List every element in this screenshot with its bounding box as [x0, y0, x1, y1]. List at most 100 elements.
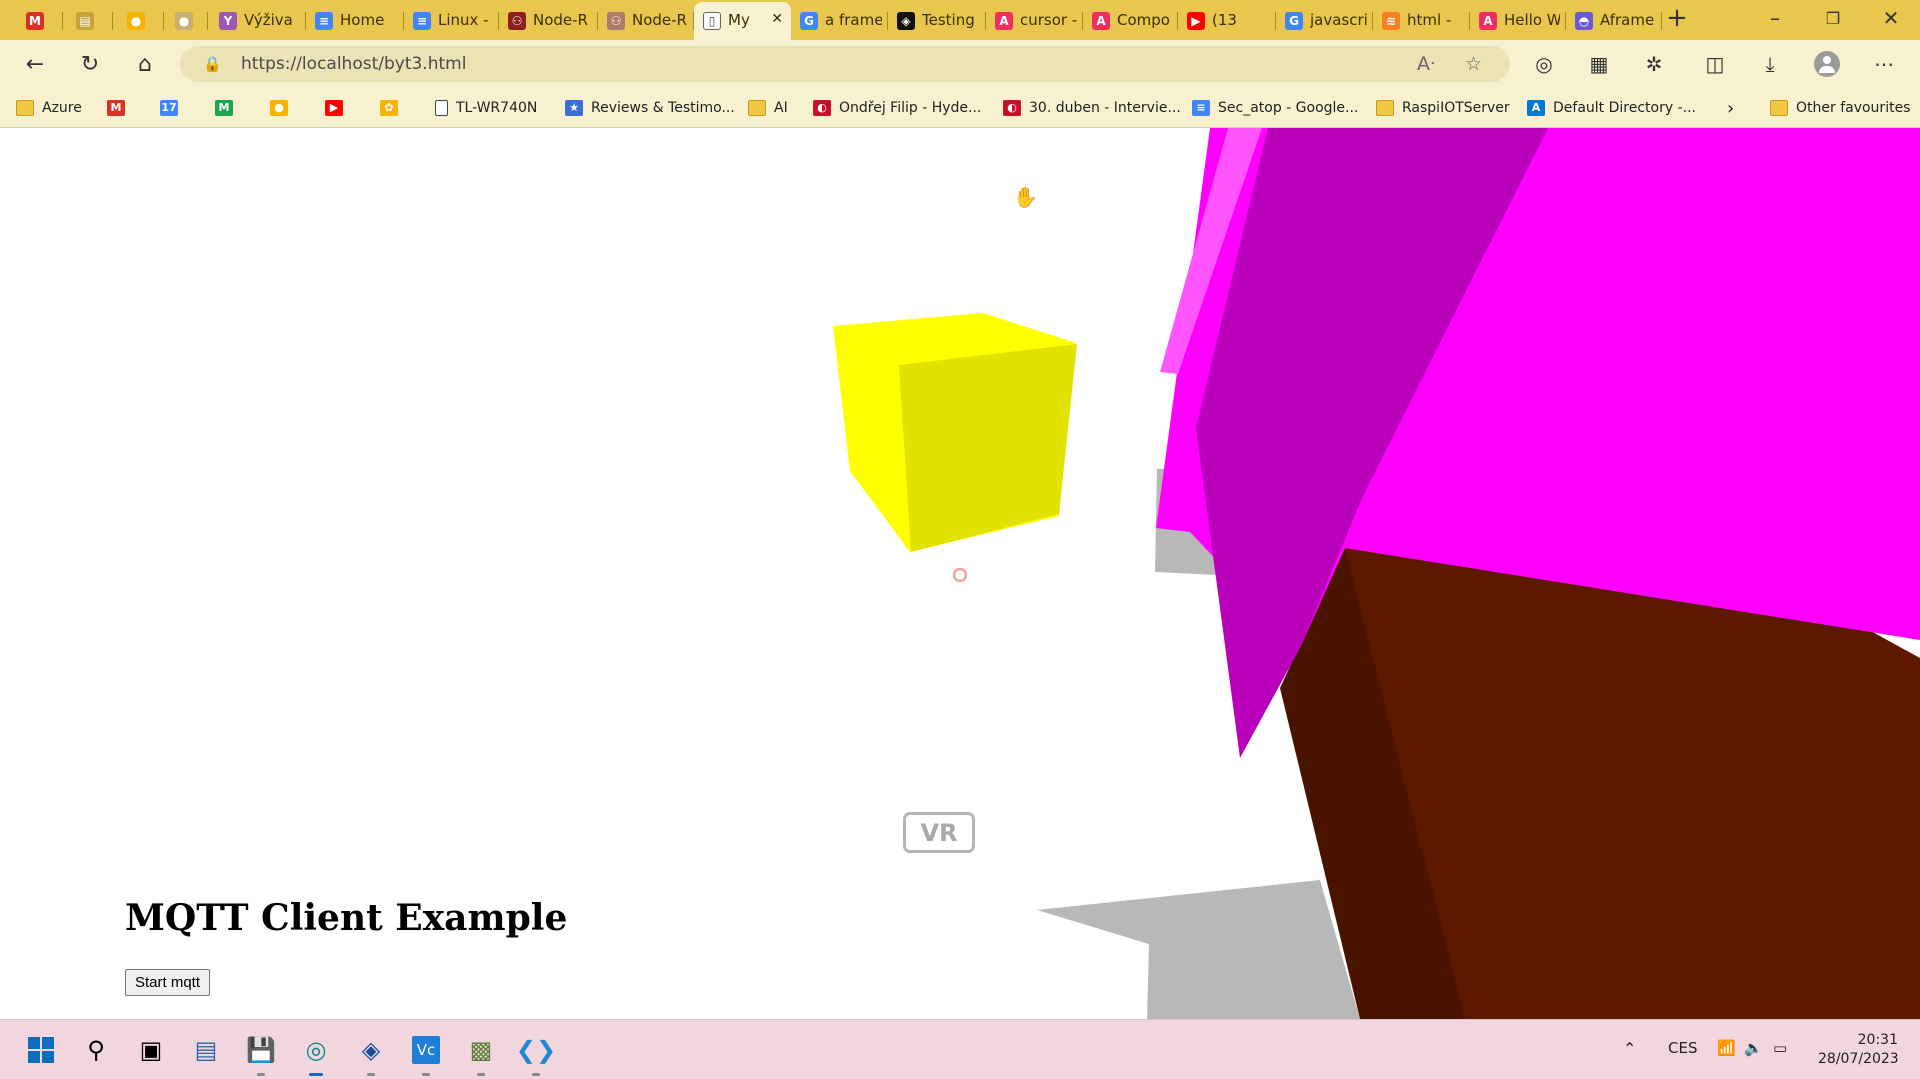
downloads-icon[interactable]: ⤓: [1755, 50, 1785, 78]
bookmark-calendar[interactable]: 17: [160, 97, 186, 119]
url-text[interactable]: https://localhost/byt3.html: [241, 54, 466, 74]
clock-time: 20:31: [1857, 1032, 1898, 1048]
bookmark-raspiiotserver[interactable]: RaspiIOTServer: [1376, 97, 1510, 119]
star-badge-icon: ★: [565, 100, 583, 116]
file-app-icon[interactable]: ▤: [189, 1033, 223, 1067]
generic-icon: ●: [175, 12, 193, 30]
read-aloud-icon[interactable]: Aᐧ: [1417, 53, 1435, 75]
tab-hello-w[interactable]: A Hello W: [1470, 4, 1566, 36]
split-screen-icon[interactable]: ◫: [1700, 50, 1730, 78]
save-app-icon[interactable]: 💾: [244, 1033, 278, 1076]
aframe-scene-canvas[interactable]: [0, 128, 1920, 1019]
bookmark-gmail[interactable]: M: [107, 97, 133, 119]
bookmark-m[interactable]: M: [215, 97, 241, 119]
other-favourites[interactable]: Other favourites: [1770, 97, 1910, 119]
tab-aframe[interactable]: ◓ Aframe: [1566, 4, 1662, 36]
bookmark-default-directory[interactable]: A Default Directory -...: [1527, 97, 1696, 119]
bookmark-label: RaspiIOTServer: [1402, 100, 1510, 116]
profile-avatar[interactable]: [1812, 50, 1842, 78]
address-bar[interactable]: 🔒 https://localhost/byt3.html Aᐧ ☆: [180, 46, 1510, 82]
lock-icon: 🔒: [203, 55, 222, 73]
close-tab-icon[interactable]: ✕: [771, 11, 783, 27]
address-bar-row: ← ↻ ⌂ 🔒 https://localhost/byt3.html Aᐧ ☆…: [0, 40, 1920, 88]
network-app-icon[interactable]: ▩: [464, 1033, 498, 1076]
bookmark-keep[interactable]: ●: [270, 97, 296, 119]
input-language[interactable]: CES: [1668, 1039, 1697, 1057]
bookmark-photos[interactable]: ✿: [380, 97, 406, 119]
favorite-star-icon[interactable]: ☆: [1465, 53, 1482, 75]
vc-app-icon[interactable]: Vc: [409, 1033, 443, 1076]
folder-icon: [1376, 100, 1394, 116]
refresh-button[interactable]: ↻: [75, 50, 105, 78]
tab-cursor[interactable]: Acursor -: [986, 4, 1083, 36]
tab-testing[interactable]: ◈ Testing: [888, 4, 986, 36]
bookmark-ond-ej-filip-hyde[interactable]: ◐ Ondřej Filip - Hyde...: [813, 97, 981, 119]
back-button[interactable]: ←: [20, 50, 50, 78]
task-view-icon[interactable]: ▣: [134, 1033, 168, 1067]
tab-title: Compo: [1117, 11, 1170, 29]
youtube-icon: ▶: [325, 100, 343, 116]
close-window-button[interactable]: ✕: [1876, 4, 1906, 32]
tray-overflow-chevron-icon[interactable]: ⌃: [1623, 1039, 1636, 1058]
tab-title: Node-R: [632, 11, 687, 29]
system-clock[interactable]: 20:31 28/07/2023: [1818, 1031, 1899, 1069]
tab-html[interactable]: ≋ html -: [1373, 4, 1470, 36]
tab-title: Aframe: [1600, 11, 1655, 29]
bookmark-reviews-testimo[interactable]: ★ Reviews & Testimo...: [565, 97, 735, 119]
web-capture-icon[interactable]: ▦: [1584, 50, 1614, 78]
clock-date: 28/07/2023: [1818, 1051, 1899, 1067]
tab-javascri[interactable]: Gjavascri: [1276, 4, 1373, 36]
edge-icon[interactable]: ◎: [299, 1033, 333, 1076]
tab-title: cursor -: [1020, 11, 1077, 29]
bookmark-label: Sec_atop - Google...: [1218, 100, 1359, 116]
keep-icon: ●: [270, 100, 288, 116]
keep-icon: ●: [127, 12, 145, 30]
page-icon: ▯: [703, 12, 721, 30]
tab--13[interactable]: ▶ (13: [1178, 4, 1276, 36]
enter-vr-button[interactable]: VR: [903, 812, 975, 853]
tab-node-r[interactable]: ⚇ Node-R: [499, 4, 598, 36]
wifi-icon[interactable]: 📶: [1717, 1039, 1736, 1057]
cz-icon: ◐: [1003, 100, 1021, 116]
bookmark-tl-wr740n[interactable]: TL-WR740N: [435, 97, 537, 119]
aframe-logo-icon: ◓: [1575, 12, 1593, 30]
bookmark-youtube[interactable]: ▶: [325, 97, 351, 119]
bookmark-ai[interactable]: AI: [748, 97, 788, 119]
bookmark-30-duben-intervie[interactable]: ◐ 30. duben - Intervie...: [1003, 97, 1181, 119]
minimize-button[interactable]: –: [1760, 4, 1790, 32]
extensions-icon[interactable]: ✲: [1639, 50, 1669, 78]
start-mqtt-button[interactable]: Start mqtt: [125, 969, 211, 996]
search-icon[interactable]: ⚲: [79, 1033, 113, 1067]
gaze-cursor-ring: [952, 567, 968, 583]
home-button[interactable]: ⌂: [130, 50, 160, 78]
tab-my[interactable]: ▯ My ✕: [694, 2, 791, 40]
volume-icon[interactable]: 🔈: [1744, 1039, 1763, 1057]
page-title: MQTT Client Example: [125, 897, 568, 939]
sketchup-icon[interactable]: ◈: [354, 1033, 388, 1076]
cz-icon: ◐: [813, 100, 831, 116]
tab-bar: M ▤ ● ● Y Výživa ≡ Home ≡ Linux - ⚇ Node-R ⚇ Node-R ▯ M…: [0, 0, 1920, 40]
new-tab-button[interactable]: +: [1662, 3, 1692, 33]
tab-separator: [163, 12, 164, 30]
tab-compo[interactable]: A Compo: [1083, 4, 1178, 36]
tab-linux[interactable]: ≡ Linux -: [404, 4, 499, 36]
tab-home[interactable]: ≡ Home: [306, 4, 404, 36]
bookmarks-overflow-chevron-icon[interactable]: ›: [1727, 97, 1734, 119]
more-menu-icon[interactable]: ⋯: [1869, 50, 1899, 78]
battery-icon[interactable]: ▭: [1773, 1039, 1787, 1057]
extension-icon[interactable]: ◎: [1529, 50, 1559, 78]
tab-pinned-2[interactable]: ●: [118, 4, 164, 36]
tab-pinned-1[interactable]: ▤: [67, 4, 113, 36]
tab-node-r[interactable]: ⚇ Node-R: [598, 4, 694, 36]
tab-v-iva[interactable]: Y Výživa: [210, 4, 306, 36]
bookmark-sec-atop-google[interactable]: ≡ Sec_atop - Google...: [1192, 97, 1358, 119]
start-icon[interactable]: [24, 1033, 58, 1067]
aframe-icon: A: [1479, 12, 1497, 30]
bookmark-azure[interactable]: Azure: [16, 97, 82, 119]
tab-pinned-3[interactable]: ●: [166, 4, 208, 36]
aframe-icon: A: [995, 12, 1013, 30]
restore-button[interactable]: ❐: [1818, 4, 1848, 32]
vscode-icon[interactable]: ❮❯: [516, 1033, 556, 1076]
tab-pinned-0[interactable]: M: [17, 4, 63, 36]
tab-a-frame[interactable]: Ga frame: [791, 4, 888, 36]
